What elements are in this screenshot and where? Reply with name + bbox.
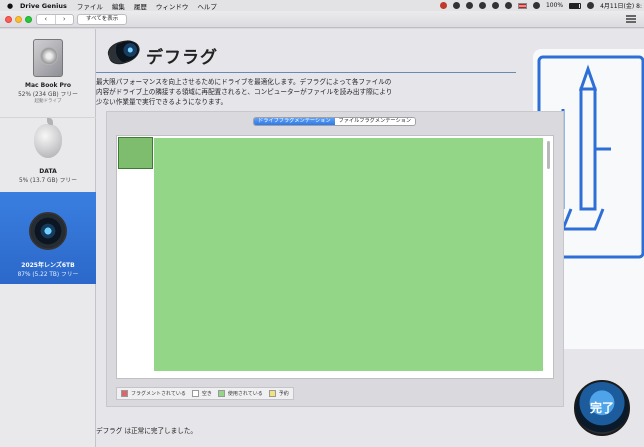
minimize-window-button[interactable] — [15, 16, 22, 23]
fragmentation-panel: ドライブフラグメンテーション ファイルフラグメンテーション フラグメントされてい… — [106, 111, 564, 407]
legend-label: フラグメントされている — [131, 391, 186, 397]
clock[interactable]: 4月11日(金) 8: — [600, 1, 642, 10]
drive-name: DATA — [39, 168, 57, 175]
sidebar-drive-data[interactable]: DATA 5% (13.7 GB) フリー — [0, 117, 96, 191]
forward-button[interactable]: › — [56, 15, 74, 24]
battery-percent: 100% — [545, 2, 564, 9]
legend-label: 使用されている — [227, 391, 263, 397]
menu-window[interactable]: ウィンドウ — [156, 1, 189, 11]
drive-usage: 87% (5.22 TB) フリー — [17, 272, 79, 278]
bluetooth-icon[interactable] — [491, 2, 499, 9]
menu-edit[interactable]: 編集 — [112, 1, 125, 11]
drive-usage: 52% (234 GB) フリー — [18, 92, 78, 98]
tab-file-fragmentation[interactable]: ファイルフラグメンテーション — [334, 118, 416, 125]
menu-help[interactable]: ヘルプ — [197, 1, 217, 11]
menu-bar: ● Drive Genius ファイル 編集 履歴 ウィンドウ ヘルプ 100%… — [0, 0, 644, 11]
drive-name: Mac Book Pro — [24, 82, 72, 89]
check-icon[interactable] — [478, 2, 486, 9]
battery-icon[interactable] — [569, 2, 582, 9]
legend-item: 予約 — [268, 390, 289, 397]
list-view-icon[interactable] — [626, 15, 636, 23]
used-area — [154, 138, 543, 371]
fragmentation-map — [116, 135, 554, 379]
status-area: 100% 4月11日(金) 8: — [439, 0, 642, 11]
status-message: デフラグ は正常に完了しました。 — [96, 427, 198, 435]
selected-block[interactable] — [118, 137, 153, 169]
description-text: 最大限パフォーマンスを向上させるためにドライブを最適化します。デフラグによって各… — [96, 78, 393, 106]
control-center-icon[interactable] — [532, 2, 540, 9]
wifi-icon[interactable] — [504, 2, 512, 9]
done-button[interactable]: 完了 — [574, 380, 630, 436]
tab-drive-fragmentation[interactable]: ドライブフラグメンテーション — [254, 118, 335, 125]
menu-history[interactable]: 履歴 — [134, 1, 147, 11]
legend-label: 空き — [201, 391, 212, 397]
spotlight-icon[interactable] — [587, 2, 595, 9]
map-scrollbar[interactable] — [547, 141, 550, 169]
defrag-lens-icon — [105, 36, 143, 68]
page-title: デフラグ — [146, 48, 218, 68]
sidebar-drive-macbook-pro[interactable]: Mac Book Pro 52% (234 GB) フリー 起動ドライブ — [0, 33, 96, 115]
legend: フラグメントされている 空き 使用されている 予約 — [116, 387, 294, 400]
drive-subtitle: 起動ドライブ — [34, 99, 62, 104]
legend-label: 予約 — [278, 391, 289, 397]
record-icon[interactable] — [439, 2, 447, 9]
app-menu[interactable]: Drive Genius — [20, 2, 67, 10]
title-divider — [96, 72, 516, 73]
fragmentation-tabs: ドライブフラグメンテーション ファイルフラグメンテーション — [253, 117, 417, 126]
main-content: デフラグ ? 最大限パフォーマンスを向上させるためにドライブを最適化します。デフ… — [96, 29, 644, 447]
legend-swatch-reserved — [268, 390, 276, 397]
legend-item: フラグメントされている — [121, 390, 186, 397]
legend-swatch-free — [191, 390, 199, 397]
drive-name: 2025年レンズ6TB — [21, 262, 75, 269]
lens-drive-icon — [29, 212, 67, 250]
shield-icon[interactable] — [465, 2, 473, 9]
show-all-button[interactable]: すべてを表示 — [77, 14, 128, 25]
window-toolbar: ‹ › すべてを表示 — [0, 11, 644, 28]
apple-menu-icon[interactable]: ● — [0, 2, 20, 10]
sidebar-drive-lens-6tb[interactable]: 2025年レンズ6TB 87% (5.22 TB) フリー — [0, 192, 96, 284]
input-source-flag-icon[interactable] — [517, 2, 527, 9]
zoom-window-button[interactable] — [25, 16, 32, 23]
drive-usage: 5% (13.7 GB) フリー — [18, 178, 77, 184]
close-window-button[interactable] — [5, 16, 12, 23]
legend-item: 空き — [191, 390, 212, 397]
legend-swatch-used — [217, 390, 225, 397]
drive-sidebar: Mac Book Pro 52% (234 GB) フリー 起動ドライブ DAT… — [0, 29, 96, 447]
nav-segment: ‹ › — [36, 14, 74, 25]
menu-file[interactable]: ファイル — [77, 1, 103, 11]
legend-item: 使用されている — [217, 390, 263, 397]
back-button[interactable]: ‹ — [37, 15, 56, 24]
menu-extra-icon[interactable] — [452, 2, 460, 9]
legend-swatch-fragmented — [121, 390, 128, 397]
apple-logo-icon — [34, 118, 62, 158]
hard-drive-icon — [33, 39, 63, 77]
